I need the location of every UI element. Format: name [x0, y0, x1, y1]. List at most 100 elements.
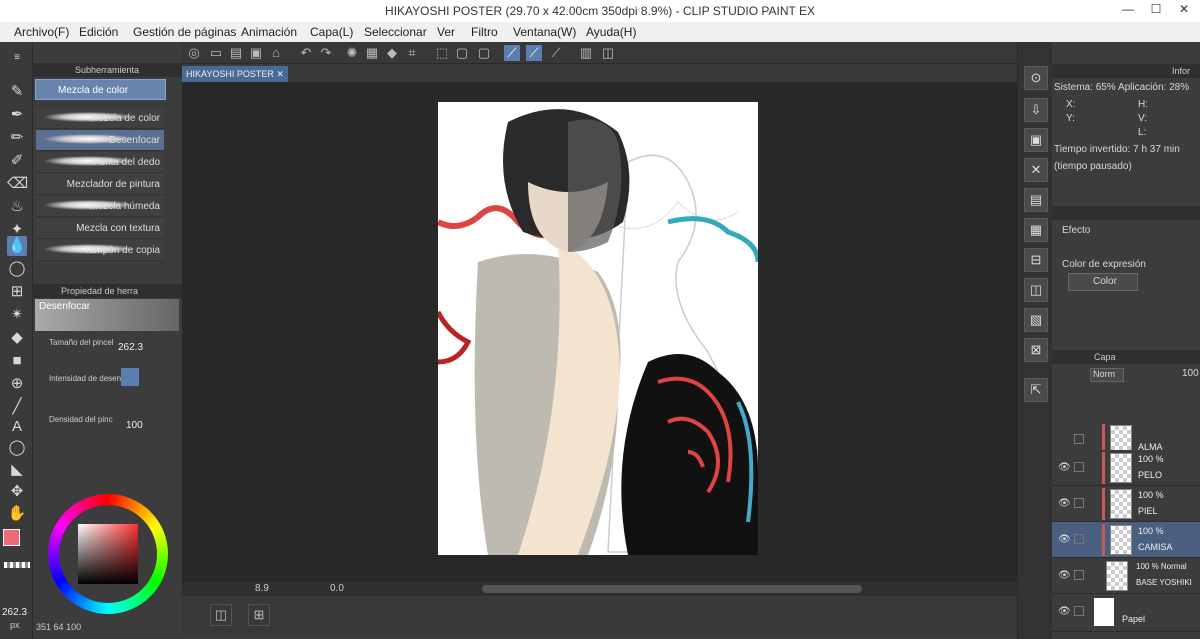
menu-ver[interactable]: Ver	[437, 25, 455, 39]
subtool-item[interactable]: Mezcla con textura	[36, 218, 164, 239]
close-tab-icon[interactable]: ✕	[276, 69, 284, 79]
subtool-item-selected[interactable]: Desenfocar	[36, 130, 164, 151]
main-color-swatch[interactable]	[3, 529, 20, 546]
fill-tool-icon[interactable]: ◆	[7, 328, 27, 348]
item-bank-icon[interactable]: ⊠	[1024, 338, 1048, 362]
history-icon[interactable]: ▦	[1024, 218, 1048, 242]
ruler-icon[interactable]: ◫	[1024, 278, 1048, 302]
density-value[interactable]: 100	[126, 420, 143, 431]
visibility-eye-icon[interactable]: 👁	[1058, 534, 1071, 545]
timeline-icon[interactable]: ⊟	[1024, 248, 1048, 272]
palette-menu-icon[interactable]: ≡	[7, 48, 27, 68]
auto-action-icon[interactable]: ▧	[1024, 308, 1048, 332]
airbrush-icon[interactable]: ♨	[7, 197, 27, 217]
menu-seleccionar[interactable]: Seleccionar	[364, 25, 427, 39]
layer-lock-checkbox[interactable]	[1074, 462, 1084, 472]
selection-layer-icon[interactable]: ⊞	[7, 282, 27, 302]
lasso-icon[interactable]: ◯	[7, 259, 27, 279]
eyedropper-icon[interactable]: ✎	[7, 82, 27, 102]
frame-icon[interactable]: ⊞	[248, 604, 270, 626]
menu-ayuda[interactable]: Ayuda(H)	[586, 25, 636, 39]
visibility-eye-icon[interactable]: 👁	[1058, 606, 1071, 617]
snap-special-ruler-icon[interactable]: ⟋	[526, 45, 542, 61]
menu-gestion-paginas[interactable]: Gestión de páginas	[133, 25, 236, 39]
layer-row-selected[interactable]: 👁 100 % CAMISA	[1052, 522, 1200, 558]
copy-icon[interactable]: ▤	[1024, 188, 1048, 212]
redo-icon[interactable]: ↷	[318, 45, 334, 61]
blend-mode-select[interactable]: Norm	[1090, 368, 1124, 382]
menu-archivo[interactable]: Archivo(F)	[14, 25, 69, 39]
menu-filtro[interactable]: Filtro	[471, 25, 498, 39]
brush-icon[interactable]: ✐	[7, 151, 27, 171]
layer-lock-checkbox[interactable]	[1074, 570, 1084, 580]
maximize-button[interactable]: ☐	[1146, 2, 1166, 16]
zoom-icon[interactable]: ⊕	[7, 374, 27, 394]
material-icon[interactable]: ⇩	[1024, 98, 1048, 122]
export-icon[interactable]: ⌂	[268, 45, 284, 61]
invert-selection-icon[interactable]: ▢	[454, 45, 470, 61]
layer-lock-checkbox[interactable]	[1074, 498, 1084, 508]
auto-select-icon[interactable]: ✴	[7, 305, 27, 325]
pen-icon[interactable]: ✒	[7, 105, 27, 125]
menu-ventana[interactable]: Ventana(W)	[513, 25, 576, 39]
artwork-canvas[interactable]	[438, 102, 758, 555]
rotation-value[interactable]: 0.0	[330, 583, 344, 594]
subtool-item[interactable]: Mezclador de pintura	[36, 174, 164, 195]
subtool-group-blend[interactable]: Mezcla de color	[35, 79, 166, 100]
clear-icon[interactable]: ✺	[344, 45, 360, 61]
opacity-value[interactable]: 100	[1182, 368, 1199, 379]
layer-lock-checkbox[interactable]	[1074, 606, 1084, 616]
layer-row[interactable]: 👁 100 % Normal BASE YOSHIKI	[1052, 558, 1200, 594]
layer-row[interactable]: 👁 100 % PELO	[1052, 450, 1200, 486]
text-tool-icon[interactable]: A	[7, 417, 27, 437]
clip-studio-icon[interactable]: ◎	[186, 45, 202, 61]
snap-ruler-icon[interactable]: ⟋	[504, 45, 520, 61]
line-icon[interactable]: ╱	[7, 397, 27, 417]
layer-property-icon[interactable]: ▣	[1024, 128, 1048, 152]
settings-icon[interactable]: ▥	[578, 45, 594, 61]
menu-edicion[interactable]: Edición	[79, 25, 118, 39]
subtool-item[interactable]: Mezcla húmeda	[36, 196, 164, 217]
intensity-pressure-toggle[interactable]	[121, 368, 139, 386]
show-selection-icon[interactable]: ▢	[476, 45, 492, 61]
pencil-icon[interactable]: ✏	[7, 128, 27, 148]
layer-lock-checkbox[interactable]	[1074, 434, 1084, 444]
open-icon[interactable]: ▤	[228, 45, 244, 61]
subtool-item[interactable]: Punta del dedo	[36, 152, 164, 173]
zoom-value[interactable]: 8.9	[255, 583, 269, 594]
subtool-item[interactable]: Mezcla de color	[36, 108, 164, 129]
visibility-eye-icon[interactable]: 👁	[1058, 498, 1071, 509]
menu-capa[interactable]: Capa(L)	[310, 25, 353, 39]
saturation-value-square[interactable]	[78, 524, 138, 584]
brush-size-value[interactable]: 262.3	[118, 342, 143, 353]
correct-line-icon[interactable]: ◣	[7, 460, 27, 480]
fill-icon[interactable]: ◆	[384, 45, 400, 61]
transform-icon[interactable]: ⌗	[404, 45, 420, 61]
horizontal-scrollbar[interactable]	[482, 585, 862, 593]
layer-row[interactable]: 👁 100 % PIEL	[1052, 486, 1200, 522]
crop-icon[interactable]: ◫	[600, 45, 616, 61]
eraser-icon[interactable]: ⌫	[7, 174, 28, 194]
navigator-toggle-icon[interactable]: ◫	[210, 604, 232, 626]
undo-icon[interactable]: ↶	[298, 45, 314, 61]
visibility-eye-icon[interactable]: 👁	[1058, 462, 1071, 473]
balloon-icon[interactable]: ◯	[7, 438, 27, 458]
new-file-icon[interactable]: ▭	[208, 45, 224, 61]
close-button[interactable]: ✕	[1174, 2, 1194, 16]
snap-grid-icon[interactable]: ⟋	[548, 45, 564, 61]
save-icon[interactable]: ▣	[248, 45, 264, 61]
move-layer-icon[interactable]: ✥	[7, 482, 27, 502]
export-panel-icon[interactable]: ⇱	[1024, 378, 1048, 402]
blend-tool-icon[interactable]: 💧	[7, 236, 27, 256]
expression-color-select[interactable]: Color	[1068, 273, 1138, 291]
transparent-color-swatch[interactable]	[4, 562, 30, 568]
clear-outside-icon[interactable]: ▦	[364, 45, 380, 61]
document-tab[interactable]: HIKAYOSHI POSTER ✕	[182, 66, 288, 82]
layer-lock-checkbox[interactable]	[1074, 534, 1084, 544]
layer-row-paper[interactable]: 👁 Papel	[1052, 594, 1200, 632]
delete-icon[interactable]: ✕	[1024, 158, 1048, 182]
hand-icon[interactable]: ✋	[7, 504, 27, 524]
search-icon[interactable]: ⊙	[1024, 66, 1048, 90]
subtool-item[interactable]: Tampón de copia	[36, 240, 164, 261]
menu-animacion[interactable]: Animación	[241, 25, 297, 39]
